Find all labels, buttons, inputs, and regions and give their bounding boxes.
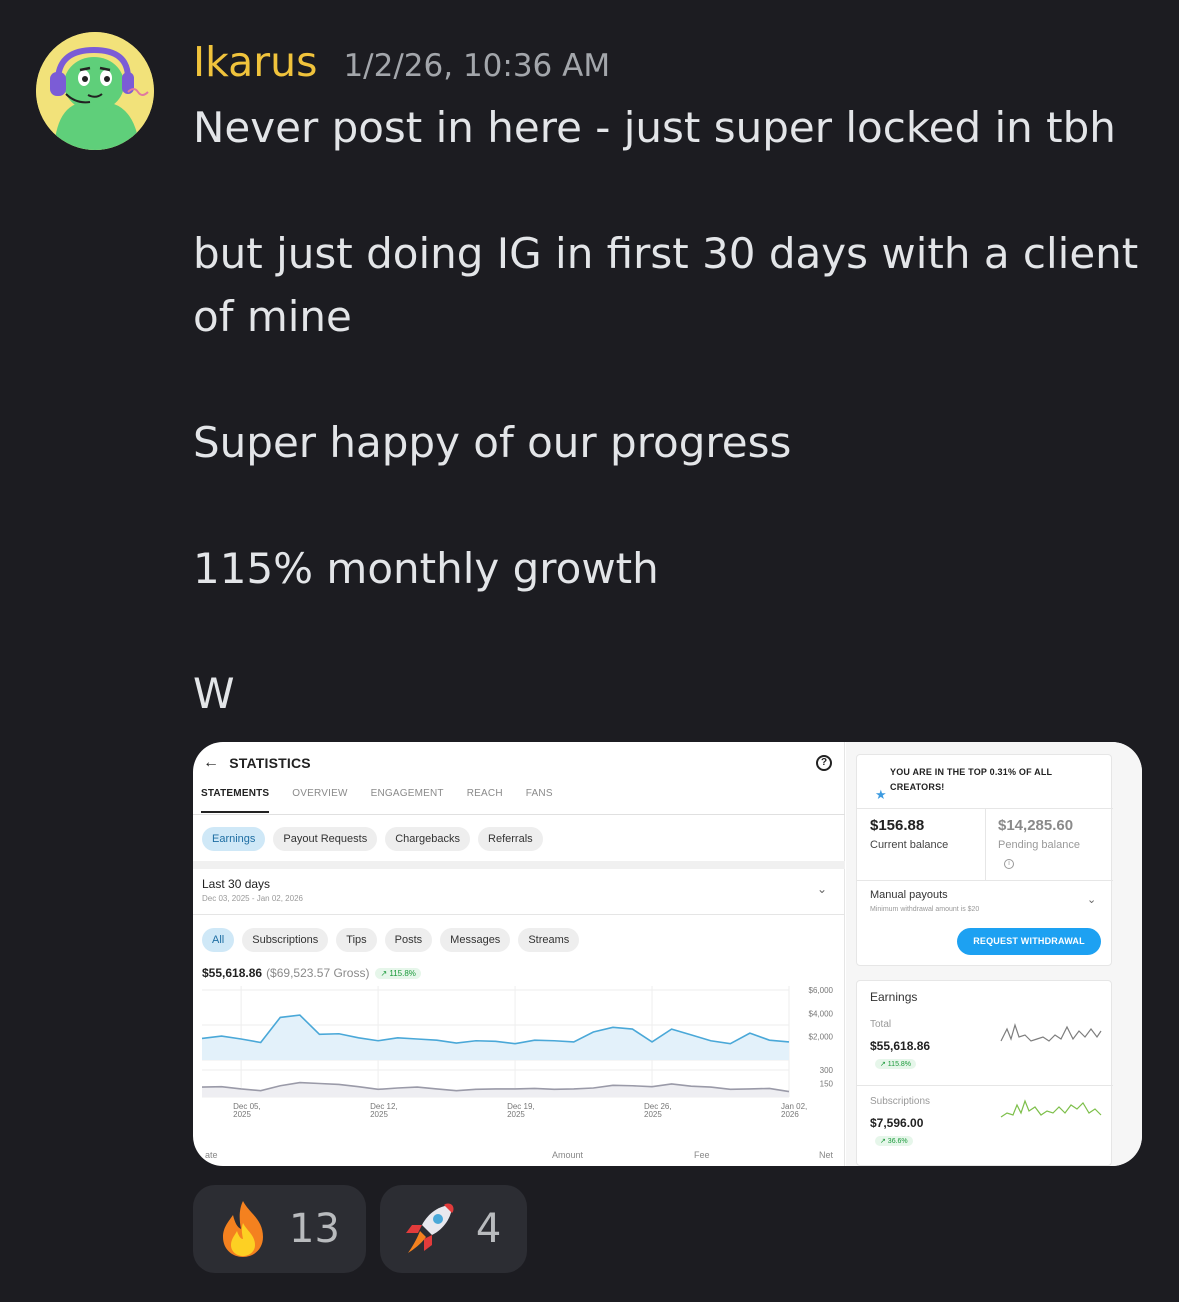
star-icon: ★ — [875, 787, 887, 802]
subscriptions-growth-badge: ↗ 36.6% — [875, 1136, 913, 1146]
earnings-card: Earnings Total $55,618.86 ↗ 115.8% Subsc… — [856, 980, 1113, 1166]
filter-messages: Messages — [440, 928, 511, 952]
filter-subscriptions: Subscriptions — [242, 928, 329, 952]
timestamp: 1/2/26, 10:36 AM — [343, 48, 611, 84]
x-tick-label: 2025 — [233, 1110, 251, 1119]
message-line: of mine — [193, 292, 352, 341]
total-growth-badge: ↗ 115.8% — [875, 1059, 917, 1069]
filter-all: All — [202, 928, 235, 952]
period-divider — [193, 914, 845, 915]
current-balance-label: Current balance — [870, 839, 949, 851]
col-date: ate — [205, 1150, 218, 1160]
period-label: Last 30 days — [202, 877, 271, 891]
username[interactable]: Ikarus — [193, 38, 317, 86]
col-net: Net — [819, 1150, 834, 1160]
x-tick-label: 2025 — [507, 1110, 525, 1119]
col-fee: Fee — [694, 1150, 710, 1160]
pending-balance-label: Pending balance — [998, 839, 1080, 851]
sub-tabs: Earnings Payout Requests Chargebacks Ref… — [202, 827, 551, 851]
fire-icon — [223, 1201, 263, 1257]
y-tick-label: 150 — [820, 1080, 834, 1089]
top-creator-text: YOU ARE IN THE TOP 0.31% OF ALL CREATORS… — [890, 767, 1053, 792]
image-attachment[interactable]: ← STATISTICS ? STATEMENTS OVERVIEW ENGAG… — [193, 742, 1142, 1166]
current-balance-value: $156.88 — [870, 817, 925, 834]
y-tick-label: $4,000 — [809, 1009, 834, 1018]
divider — [985, 808, 986, 880]
tab-fans: FANS — [525, 788, 553, 799]
avatar[interactable] — [36, 32, 154, 150]
payouts-label: Manual payouts — [870, 889, 948, 901]
x-tick-label: 2025 — [370, 1110, 388, 1119]
message-line: Never post in here - just super locked i… — [193, 103, 1116, 152]
chip-referrals: Referrals — [478, 827, 543, 851]
x-tick-label: 2026 — [781, 1110, 799, 1119]
avatar-image — [36, 32, 154, 150]
tab-engagement: ENGAGEMENT — [370, 788, 444, 799]
gross-total: ($69,523.57 Gross) — [266, 966, 370, 980]
tab-statements: STATEMENTS — [201, 788, 270, 813]
payouts-min: Minimum withdrawal amount is $20 — [870, 906, 980, 913]
subscriptions-sparkline — [1000, 1099, 1102, 1118]
reaction-fire[interactable]: 13 — [193, 1185, 366, 1273]
pending-balance-value: $14,285.60 — [998, 817, 1074, 834]
reaction-rocket[interactable]: 4 — [379, 1185, 528, 1273]
reaction-count: 4 — [475, 1206, 502, 1252]
subscriptions-value: $7,596.00 — [870, 1116, 924, 1130]
col-amount: Amount — [552, 1150, 584, 1160]
tabs: STATEMENTS OVERVIEW ENGAGEMENT REACH FAN… — [201, 788, 576, 813]
divider — [857, 880, 1113, 881]
y-tick-label: $2,000 — [809, 1033, 834, 1042]
statistics-title: ← STATISTICS — [203, 754, 311, 772]
tab-overview: OVERVIEW — [292, 788, 348, 799]
statistics-panel: ← STATISTICS ? STATEMENTS OVERVIEW ENGAG… — [193, 742, 845, 1166]
y-tick-label: $6,000 — [809, 986, 834, 995]
tabs-divider — [193, 814, 845, 815]
earnings-chart: $6,000$4,000$2,000300150Dec 05,2025Dec 1… — [201, 986, 834, 1119]
total-label: Total — [870, 1019, 892, 1030]
reaction-count: 13 — [289, 1206, 340, 1252]
message-line: W — [193, 669, 235, 718]
divider — [857, 1085, 1113, 1086]
x-tick-label: 2025 — [644, 1110, 662, 1119]
balance-panel: ★ YOU ARE IN THE TOP 0.31% OF ALL CREATO… — [846, 742, 1142, 1166]
chip-payout-requests: Payout Requests — [273, 827, 378, 851]
info-icon: i — [1004, 859, 1014, 869]
message-line: Super happy of our progress — [193, 418, 792, 467]
total-value: $55,618.86 — [870, 1039, 931, 1053]
earnings-title: Earnings — [870, 990, 918, 1004]
back-arrow-icon: ← — [203, 754, 220, 771]
y-tick-label: 300 — [820, 1066, 834, 1075]
period-range: Dec 03, 2025 - Jan 02, 2026 — [202, 894, 303, 903]
message-header: Ikarus 1/2/26, 10:36 AM — [193, 38, 610, 94]
chip-chargebacks: Chargebacks — [385, 827, 471, 851]
filter-streams: Streams — [518, 928, 580, 952]
chip-earnings: Earnings — [202, 827, 266, 851]
request-withdrawal-button: REQUEST WITHDRAWAL — [957, 928, 1101, 955]
filter-tips: Tips — [336, 928, 377, 952]
message-line: 115% monthly growth — [193, 544, 659, 593]
tab-reach: REACH — [466, 788, 503, 799]
chevron-down-icon: ⌄ — [817, 882, 828, 896]
rocket-icon — [405, 1203, 454, 1253]
balance-card: ★ YOU ARE IN THE TOP 0.31% OF ALL CREATO… — [856, 754, 1113, 966]
message-line: but just doing IG in first 30 days with … — [193, 229, 1139, 278]
growth-badge: ↗ 115.8% — [375, 967, 421, 979]
total-sparkline — [1000, 1022, 1102, 1042]
help-icon: ? — [816, 755, 832, 771]
subscriptions-label: Subscriptions — [870, 1096, 931, 1107]
total-summary: $55,618.86 ($69,523.57 Gross) ↗ 115.8% — [202, 966, 421, 980]
section-divider — [193, 861, 845, 869]
net-total: $55,618.86 — [202, 966, 263, 980]
chevron-down-icon: ⌄ — [1087, 894, 1097, 906]
statistics-title-text: STATISTICS — [229, 755, 311, 771]
filter-chips: All Subscriptions Tips Posts Messages St… — [202, 928, 587, 952]
filter-posts: Posts — [384, 928, 433, 952]
reactions: 13 4 — [193, 1185, 541, 1273]
